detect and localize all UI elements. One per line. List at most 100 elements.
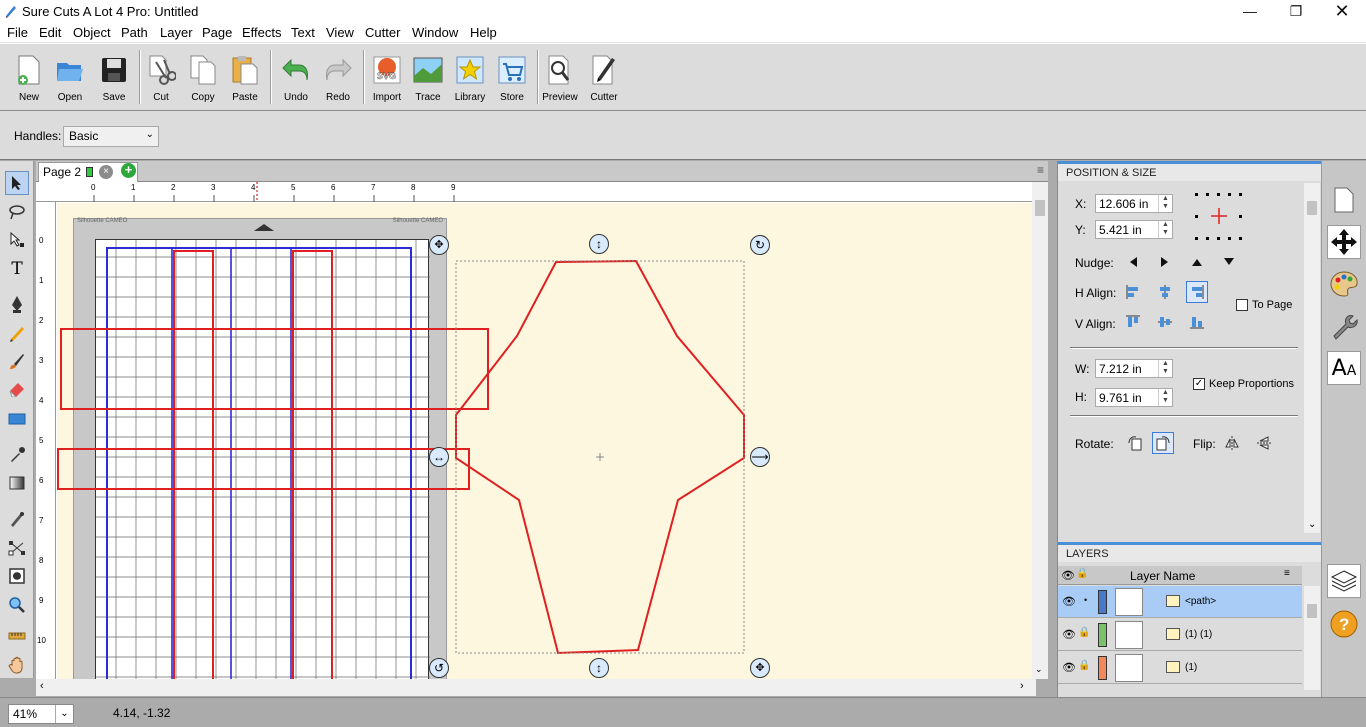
cutter-button[interactable]: Cutter bbox=[584, 50, 624, 106]
align-left-icon[interactable] bbox=[1122, 281, 1144, 303]
align-bottom-icon[interactable] bbox=[1186, 311, 1208, 333]
undo-button[interactable]: Undo bbox=[276, 50, 316, 106]
store-button[interactable]: Store bbox=[492, 50, 532, 106]
color-palette-icon[interactable] bbox=[1327, 267, 1361, 301]
rotate-right-icon[interactable] bbox=[1152, 432, 1174, 454]
position-panel-icon[interactable] bbox=[1327, 225, 1361, 259]
layers-panel-icon[interactable] bbox=[1327, 564, 1361, 598]
redo-button[interactable]: Redo bbox=[318, 50, 358, 106]
nudge-left-icon[interactable] bbox=[1122, 251, 1144, 273]
maximize-icon[interactable]: ❐ bbox=[1273, 0, 1319, 23]
import-button[interactable]: SVG Import bbox=[367, 50, 407, 106]
align-center-h-icon[interactable] bbox=[1154, 281, 1176, 303]
node-edit-tool-icon[interactable] bbox=[5, 228, 29, 252]
scroll-right-icon[interactable]: › bbox=[1020, 680, 1024, 692]
layer-color-swatch[interactable] bbox=[1098, 623, 1107, 647]
shape-edit-tool-icon[interactable] bbox=[5, 536, 29, 560]
brush-tool-icon[interactable] bbox=[5, 349, 29, 373]
text-tool-icon[interactable]: T bbox=[5, 257, 29, 281]
width-input[interactable]: 7.212 in ▲ ▼ bbox=[1095, 359, 1173, 378]
eye-icon[interactable]: 👁 bbox=[1062, 661, 1076, 674]
hand-tool-icon[interactable] bbox=[5, 653, 29, 677]
menu-view[interactable]: View bbox=[326, 25, 354, 40]
lock-icon[interactable]: 🔒 bbox=[1078, 660, 1090, 671]
layer-color-swatch[interactable] bbox=[1098, 656, 1107, 680]
document-panel-icon[interactable] bbox=[1327, 183, 1361, 217]
rotate-handle-icon[interactable]: ↻ bbox=[750, 235, 770, 255]
rectangle-tool-icon[interactable] bbox=[5, 407, 29, 431]
pen-tool-icon[interactable] bbox=[5, 292, 29, 316]
to-page-checkbox[interactable] bbox=[1236, 299, 1248, 311]
move-handle-icon[interactable]: ✥ bbox=[750, 658, 770, 678]
zoom-tool-icon[interactable] bbox=[5, 593, 29, 617]
nudge-down-icon[interactable] bbox=[1218, 251, 1240, 273]
layer-row[interactable]: 👁 🔒 (1) bbox=[1058, 652, 1302, 684]
panel-scrollbar[interactable] bbox=[1304, 183, 1320, 533]
layer-row[interactable]: 👁 🔒 (1) (1) bbox=[1058, 619, 1302, 651]
menu-page[interactable]: Page bbox=[202, 25, 232, 40]
layers-scrollbar[interactable] bbox=[1304, 586, 1320, 690]
align-middle-v-icon[interactable] bbox=[1154, 311, 1176, 333]
weld-tool-icon[interactable] bbox=[5, 564, 29, 588]
handles-select[interactable]: Basic ⌄ bbox=[63, 126, 159, 147]
menu-file[interactable]: File bbox=[7, 25, 28, 40]
lock-dot-icon[interactable]: • bbox=[1084, 595, 1087, 605]
menu-object[interactable]: Object bbox=[73, 25, 111, 40]
reference-point-icon[interactable] bbox=[1194, 192, 1244, 242]
scale-bottom-handle-icon[interactable]: ↕ bbox=[589, 658, 609, 678]
select-tool-icon[interactable] bbox=[5, 171, 29, 195]
minimize-icon[interactable]: — bbox=[1227, 0, 1273, 23]
menu-text[interactable]: Text bbox=[291, 25, 315, 40]
align-top-icon[interactable] bbox=[1122, 311, 1144, 333]
nudge-up-icon[interactable] bbox=[1186, 251, 1208, 273]
layer-color-swatch[interactable] bbox=[1098, 590, 1107, 614]
tab-menu-icon[interactable]: ≡ bbox=[1037, 163, 1044, 177]
rotate-left-icon[interactable] bbox=[1124, 432, 1146, 454]
align-right-icon[interactable] bbox=[1186, 281, 1208, 303]
new-button[interactable]: New bbox=[9, 50, 49, 106]
menu-edit[interactable]: Edit bbox=[39, 25, 61, 40]
menu-effects[interactable]: Effects bbox=[242, 25, 282, 40]
help-icon[interactable]: ? bbox=[1327, 607, 1361, 641]
scale-top-handle-icon[interactable]: ↕ bbox=[589, 234, 609, 254]
preview-button[interactable]: Preview bbox=[540, 50, 580, 106]
flip-horizontal-icon[interactable] bbox=[1221, 432, 1243, 454]
eraser-tool-icon[interactable] bbox=[5, 377, 29, 401]
scroll-down-icon[interactable]: ⌄ bbox=[1035, 664, 1043, 675]
close-icon[interactable]: ✕ bbox=[1319, 0, 1365, 23]
scale-left-handle-icon[interactable]: ↔ bbox=[429, 447, 449, 467]
lock-icon[interactable]: 🔒 bbox=[1078, 627, 1090, 638]
cut-button[interactable]: Cut bbox=[141, 50, 181, 106]
rotate-handle-icon[interactable]: ↺ bbox=[429, 658, 449, 678]
paste-button[interactable]: Paste bbox=[225, 50, 265, 106]
gradient-tool-icon[interactable] bbox=[5, 471, 29, 495]
eye-icon[interactable]: 👁 bbox=[1062, 628, 1076, 641]
lasso-tool-icon[interactable] bbox=[5, 200, 29, 224]
measure-tool-icon[interactable] bbox=[5, 624, 29, 648]
menu-help[interactable]: Help bbox=[470, 25, 497, 40]
pencil-tool-icon[interactable] bbox=[5, 321, 29, 345]
zoom-select[interactable]: 41% ⌄ bbox=[8, 704, 74, 724]
height-input[interactable]: 9.761 in ▲ ▼ bbox=[1095, 388, 1173, 407]
eyedropper-tool-icon[interactable] bbox=[5, 443, 29, 467]
wrench-settings-icon[interactable] bbox=[1327, 309, 1361, 343]
menu-path[interactable]: Path bbox=[121, 25, 148, 40]
scale-right-handle-icon[interactable]: ⟶ bbox=[750, 447, 770, 467]
layers-menu-icon[interactable]: ≡ bbox=[1284, 568, 1290, 579]
eye-icon[interactable]: 👁 bbox=[1062, 595, 1076, 608]
x-position-input[interactable]: 12.606 in ▲ ▼ bbox=[1095, 194, 1173, 213]
horizontal-scrollbar[interactable]: ‹ › bbox=[36, 679, 1036, 696]
menu-window[interactable]: Window bbox=[412, 25, 458, 40]
panel-scroll-down-icon[interactable]: ⌄ bbox=[1308, 519, 1316, 530]
save-button[interactable]: Save bbox=[94, 50, 134, 106]
flip-vertical-icon[interactable] bbox=[1253, 432, 1275, 454]
keep-proportions-checkbox[interactable]: ✓ bbox=[1193, 378, 1205, 390]
copy-button[interactable]: Copy bbox=[183, 50, 223, 106]
library-button[interactable]: Library bbox=[450, 50, 490, 106]
knife-tool-icon[interactable] bbox=[5, 507, 29, 531]
close-page-icon[interactable]: × bbox=[99, 165, 113, 179]
menu-layer[interactable]: Layer bbox=[160, 25, 193, 40]
text-panel-icon[interactable]: AA bbox=[1327, 351, 1361, 385]
move-handle-icon[interactable]: ✥ bbox=[429, 235, 449, 255]
trace-button[interactable]: Trace bbox=[408, 50, 448, 106]
